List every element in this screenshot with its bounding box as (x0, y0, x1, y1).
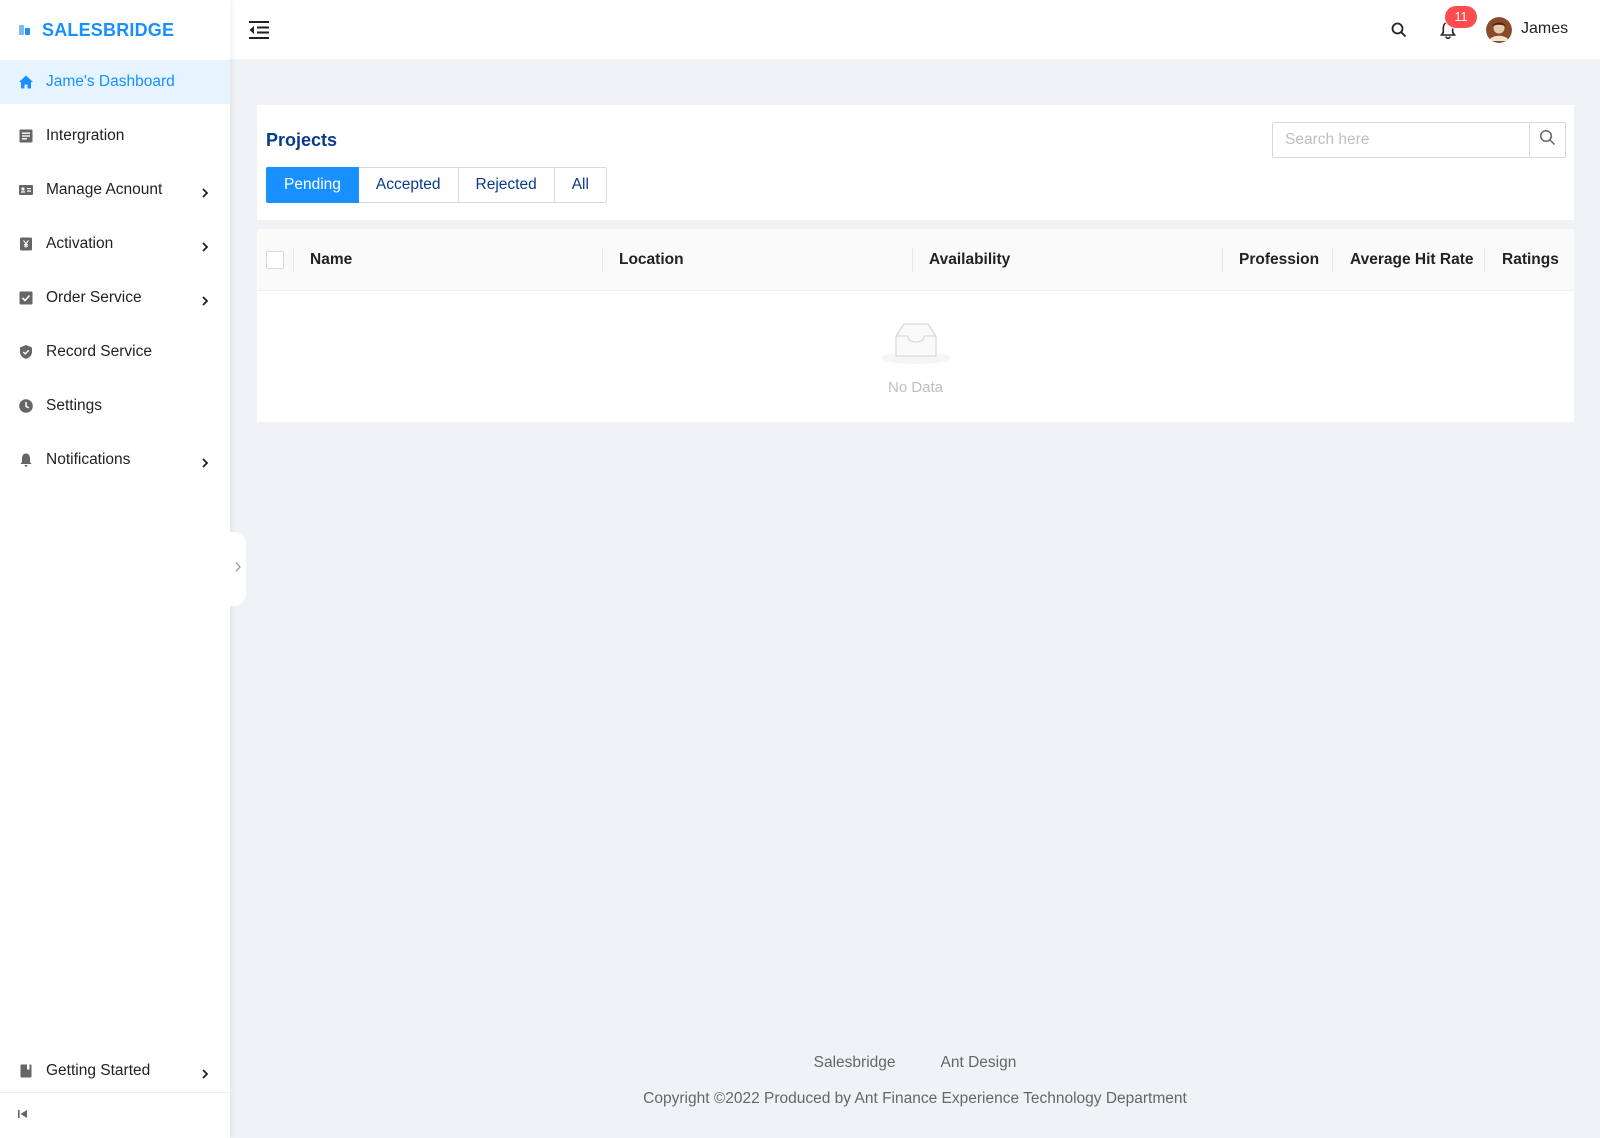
sidebar-item-label: Order Service (46, 289, 142, 306)
sidebar-item-label: Activation (46, 235, 114, 252)
column-divider (912, 248, 913, 272)
footer-copyright: Copyright ©2022 Produced by Ant Finance … (643, 1090, 1187, 1107)
chevron-right-icon (200, 185, 210, 198)
column-header-ratings[interactable]: Ratings (1502, 229, 1559, 291)
sidebar-item-label: Jame's Dashboard (46, 73, 175, 90)
app-logo[interactable]: SALESBRIDGE (0, 0, 230, 60)
sidebar-item-settings[interactable]: Settings (0, 384, 230, 428)
sidebar-item-notifications[interactable]: Notifications (0, 438, 230, 482)
bell-icon (18, 452, 34, 468)
sidebar-item-label: Intergration (46, 127, 125, 144)
sidebar-collapse-button[interactable] (16, 1106, 36, 1126)
column-divider (1484, 248, 1485, 272)
column-divider (602, 248, 603, 272)
status-tabs: Pending Accepted Rejected All (266, 167, 607, 203)
search-icon (1539, 129, 1556, 151)
step-backward-icon (16, 1107, 30, 1126)
chevron-right-icon (200, 239, 210, 252)
column-header-average-hit-rate[interactable]: Average Hit Rate (1350, 229, 1473, 291)
chevron-right-icon (200, 293, 210, 306)
sidebar-divider (0, 1092, 230, 1093)
menu-fold-icon[interactable] (248, 19, 270, 41)
sidebar-item-label: Record Service (46, 343, 152, 360)
sidebar-item-activation[interactable]: Activation (0, 222, 230, 266)
sidebar-item-label: Manage Acnount (46, 181, 163, 198)
empty-state: No Data (257, 291, 1574, 422)
safety-icon (18, 344, 34, 360)
tab-pending[interactable]: Pending (266, 167, 359, 203)
sidebar-item-getting-started[interactable]: Getting Started (0, 1049, 230, 1093)
file-text-icon (18, 128, 34, 144)
empty-text: No Data (887, 378, 944, 396)
logo-icon (16, 21, 34, 39)
footer-links: Salesbridge Ant Design (230, 1054, 1600, 1072)
column-header-profession[interactable]: Profession (1239, 229, 1319, 291)
column-header-location[interactable]: Location (619, 229, 684, 291)
sidebar-item-integration[interactable]: Intergration (0, 114, 230, 158)
search-input[interactable] (1273, 123, 1529, 157)
column-divider (1222, 248, 1223, 272)
column-divider (293, 248, 294, 272)
app-name: SALESBRIDGE (42, 19, 175, 40)
column-header-availability[interactable]: Availability (929, 229, 1010, 291)
sidebar-item-order-service[interactable]: Order Service (0, 276, 230, 320)
sidebar: SALESBRIDGE Jame's Dashboard Intergratio… (0, 0, 230, 1138)
footer-link-salesbridge[interactable]: Salesbridge (814, 1054, 896, 1072)
search-button[interactable] (1529, 123, 1565, 157)
book-icon (18, 1063, 34, 1079)
sidebar-item-manage-account[interactable]: Manage Acnount (0, 168, 230, 212)
select-all-checkbox[interactable] (266, 251, 284, 269)
avatar[interactable] (1486, 17, 1512, 43)
sidebar-expand-handle[interactable] (230, 532, 246, 606)
projects-card: Projects Pending Accepted Rejected All (257, 105, 1574, 220)
footer-link-ant-design[interactable]: Ant Design (941, 1054, 1017, 1072)
chevron-right-icon (200, 455, 210, 468)
chevron-right-icon (200, 1066, 210, 1079)
check-square-icon (18, 290, 34, 306)
id-card-icon (18, 182, 34, 198)
tab-all[interactable]: All (554, 167, 607, 203)
chevron-right-icon (234, 560, 242, 578)
sidebar-item-label: Notifications (46, 451, 131, 468)
table-header: Name Location Availability Profession Av… (257, 229, 1574, 291)
clock-icon (18, 398, 34, 414)
user-name[interactable]: James (1521, 20, 1568, 38)
sidebar-item-dashboard[interactable]: Jame's Dashboard (0, 60, 230, 104)
tab-accepted[interactable]: Accepted (358, 167, 459, 203)
sidebar-item-label: Settings (46, 397, 103, 414)
home-icon (18, 74, 34, 90)
search-box (1272, 122, 1566, 158)
projects-table: Name Location Availability Profession Av… (257, 229, 1574, 422)
sidebar-item-label: Getting Started (46, 1062, 151, 1079)
column-header-name[interactable]: Name (310, 229, 352, 291)
tab-rejected[interactable]: Rejected (458, 167, 555, 203)
notification-count-badge: 11 (1445, 6, 1477, 28)
inbox-icon (880, 318, 952, 371)
search-icon[interactable] (1390, 21, 1408, 39)
money-collect-icon (18, 236, 34, 252)
column-divider (1332, 248, 1333, 272)
top-header: 11 James (230, 0, 1600, 59)
sidebar-item-record-service[interactable]: Record Service (0, 330, 230, 374)
page-title: Projects (266, 130, 338, 150)
